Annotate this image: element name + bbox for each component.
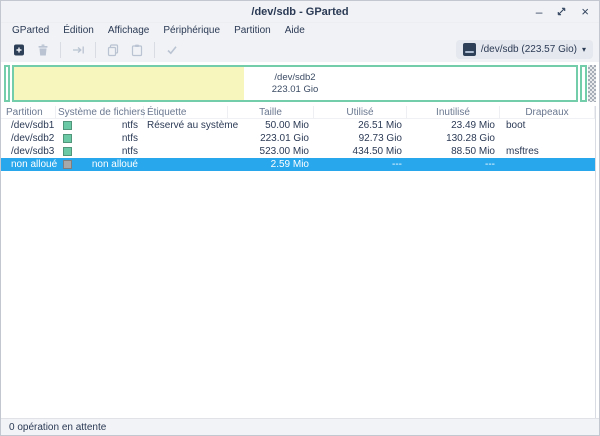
cell-size: 50.00 Mio: [228, 120, 314, 131]
cell-unused: 23.49 Mio: [407, 120, 500, 131]
close-icon[interactable]: ×: [581, 6, 589, 18]
cell-filesystem: ntfs: [72, 133, 144, 144]
new-partition-icon: [12, 43, 26, 57]
fs-color-swatch: [63, 121, 72, 130]
table-row-selected[interactable]: non alloué non alloué 2.59 Mio --- ---: [1, 158, 595, 171]
cell-used: 92.73 Gio: [314, 133, 407, 144]
hard-disk-icon: [463, 43, 476, 56]
fs-color-swatch: [63, 160, 72, 169]
partition-table: Partition Système de fichiers Étiquette …: [1, 106, 596, 418]
table-empty-area: [1, 171, 595, 418]
menu-item-peripherique[interactable]: Périphérique: [156, 25, 227, 36]
table-row[interactable]: /dev/sdb2 ntfs 223.01 Gio 92.73 Gio 130.…: [1, 132, 595, 145]
cell-partition: /dev/sdb1: [1, 120, 56, 131]
column-header-filesystem[interactable]: Système de fichiers: [56, 106, 144, 119]
toolbar-separator: [154, 42, 155, 58]
cell-unused: ---: [407, 159, 500, 170]
column-header-partition[interactable]: Partition: [1, 106, 56, 119]
menu-bar: GParted Édition Affichage Périphérique P…: [1, 23, 599, 37]
column-header-size[interactable]: Taille: [228, 106, 314, 119]
disk-visual-partition-sdb2[interactable]: /dev/sdb2 223.01 Gio: [12, 65, 578, 102]
table-row[interactable]: /dev/sdb3 ntfs 523.00 Mio 434.50 Mio 88.…: [1, 145, 595, 158]
table-row[interactable]: /dev/sdb1 ntfs Réservé au système 50.00 …: [1, 119, 595, 132]
cell-used: 434.50 Mio: [314, 146, 407, 157]
cell-unused: 88.50 Mio: [407, 146, 500, 157]
cell-partition: non alloué: [1, 159, 56, 170]
apply-icon: [165, 43, 179, 57]
gparted-window: /dev/sdb - GParted – × GParted Édition A…: [0, 0, 600, 436]
column-header-flags[interactable]: Drapeaux: [500, 106, 595, 119]
disk-visual-bar: /dev/sdb2 223.01 Gio: [4, 65, 596, 102]
paste-icon: [130, 43, 144, 57]
main-content: /dev/sdb2 223.01 Gio Partition Système d…: [1, 62, 599, 418]
pending-operations-text: 0 opération en attente: [9, 422, 106, 433]
disk-visual-partition-unallocated[interactable]: [588, 65, 596, 102]
cell-partition: /dev/sdb3: [1, 146, 56, 157]
delete-icon: [36, 43, 50, 57]
menu-item-edition[interactable]: Édition: [56, 25, 101, 36]
menu-item-affichage[interactable]: Affichage: [101, 25, 157, 36]
toolbar-separator: [95, 42, 96, 58]
cell-size: 523.00 Mio: [228, 146, 314, 157]
toolbar-separator: [60, 42, 61, 58]
cell-size: 2.59 Mio: [228, 159, 314, 170]
status-bar: 0 opération en attente: [1, 418, 599, 435]
paste-button[interactable]: [125, 39, 149, 60]
device-selector-value: /dev/sdb (223.57 Gio): [481, 44, 577, 55]
resize-move-icon: [71, 43, 86, 57]
cell-flags: boot: [500, 120, 595, 131]
window-title: /dev/sdb - GParted: [1, 6, 599, 18]
cell-filesystem: non alloué: [72, 159, 144, 170]
fs-color-swatch: [63, 147, 72, 156]
resize-move-button[interactable]: [66, 39, 90, 60]
cell-size: 223.01 Gio: [228, 133, 314, 144]
apply-button[interactable]: [160, 39, 184, 60]
new-partition-button[interactable]: [7, 39, 31, 60]
minimize-icon[interactable]: –: [536, 6, 543, 18]
copy-icon: [106, 43, 120, 57]
cell-partition: /dev/sdb2: [1, 133, 56, 144]
cell-filesystem: ntfs: [72, 120, 144, 131]
restore-icon[interactable]: [556, 6, 567, 17]
cell-used: 26.51 Mio: [314, 120, 407, 131]
menu-item-gparted[interactable]: GParted: [5, 25, 56, 36]
column-header-label[interactable]: Étiquette: [144, 106, 228, 119]
chevron-down-icon: ▾: [582, 45, 586, 54]
copy-button[interactable]: [101, 39, 125, 60]
column-header-used[interactable]: Utilisé: [314, 106, 407, 119]
title-bar: /dev/sdb - GParted – ×: [1, 1, 599, 23]
toolbar: /dev/sdb (223.57 Gio) ▾: [1, 37, 599, 62]
menu-item-partition[interactable]: Partition: [227, 25, 278, 36]
cell-flags: msftres: [500, 146, 595, 157]
disk-visual-partition-sdb3[interactable]: [580, 65, 587, 102]
delete-partition-button[interactable]: [31, 39, 55, 60]
partition-name-label: /dev/sdb2: [274, 72, 315, 84]
table-header-row: Partition Système de fichiers Étiquette …: [1, 106, 595, 119]
menu-item-aide[interactable]: Aide: [278, 25, 312, 36]
cell-filesystem: ntfs: [72, 146, 144, 157]
cell-label: Réservé au système: [144, 120, 228, 131]
cell-unused: 130.28 Gio: [407, 133, 500, 144]
device-selector[interactable]: /dev/sdb (223.57 Gio) ▾: [456, 40, 593, 59]
disk-visual-partition-sdb1[interactable]: [4, 65, 10, 102]
column-header-unused[interactable]: Inutilisé: [407, 106, 500, 119]
partition-size-label: 223.01 Gio: [272, 84, 318, 96]
cell-used: ---: [314, 159, 407, 170]
fs-color-swatch: [63, 134, 72, 143]
